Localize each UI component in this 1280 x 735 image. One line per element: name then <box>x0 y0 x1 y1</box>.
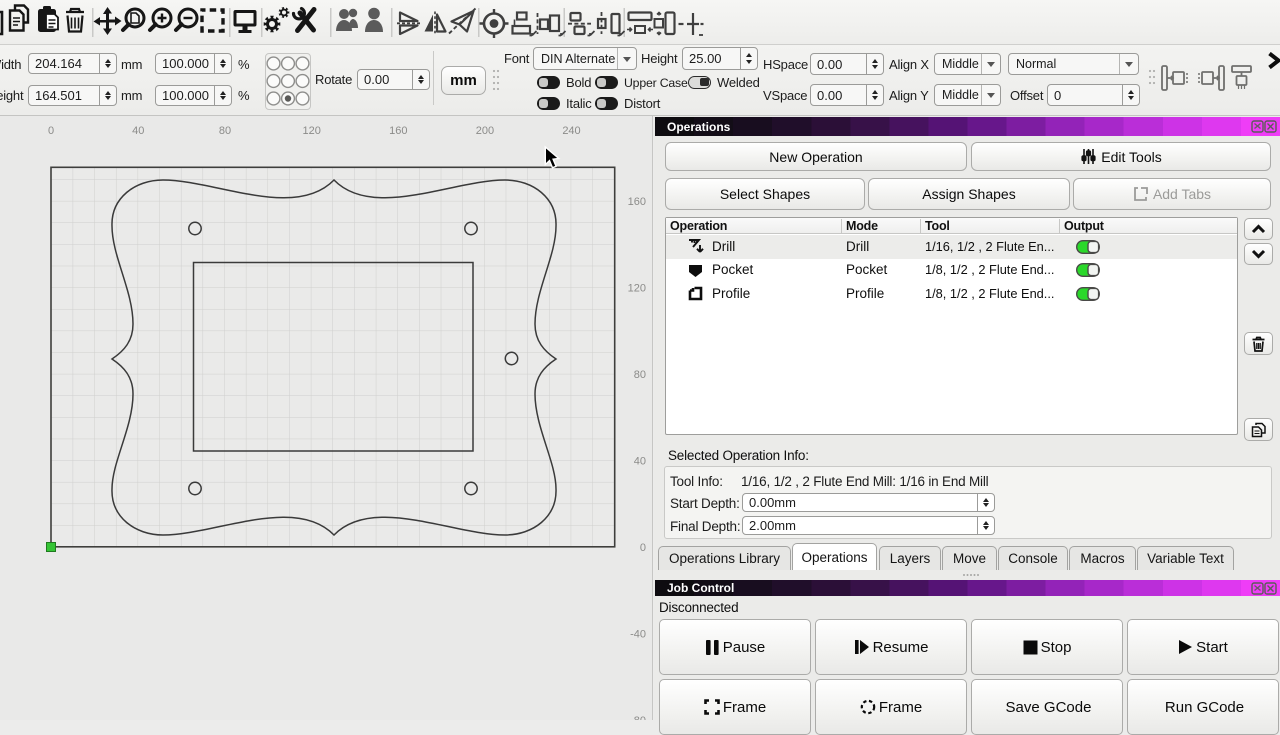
svg-text:80: 80 <box>219 125 231 137</box>
svg-text:-80: -80 <box>630 715 646 720</box>
svg-text:0: 0 <box>48 125 54 137</box>
svg-text:160: 160 <box>389 125 407 137</box>
svg-text:120: 120 <box>628 283 646 295</box>
svg-text:200: 200 <box>476 125 494 137</box>
svg-text:80: 80 <box>634 369 646 381</box>
svg-text:120: 120 <box>303 125 321 137</box>
svg-text:0: 0 <box>640 542 646 554</box>
svg-text:40: 40 <box>634 456 646 468</box>
svg-text:240: 240 <box>562 125 580 137</box>
svg-text:-40: -40 <box>630 629 646 641</box>
svg-text:160: 160 <box>628 196 646 208</box>
svg-text:40: 40 <box>132 125 144 137</box>
